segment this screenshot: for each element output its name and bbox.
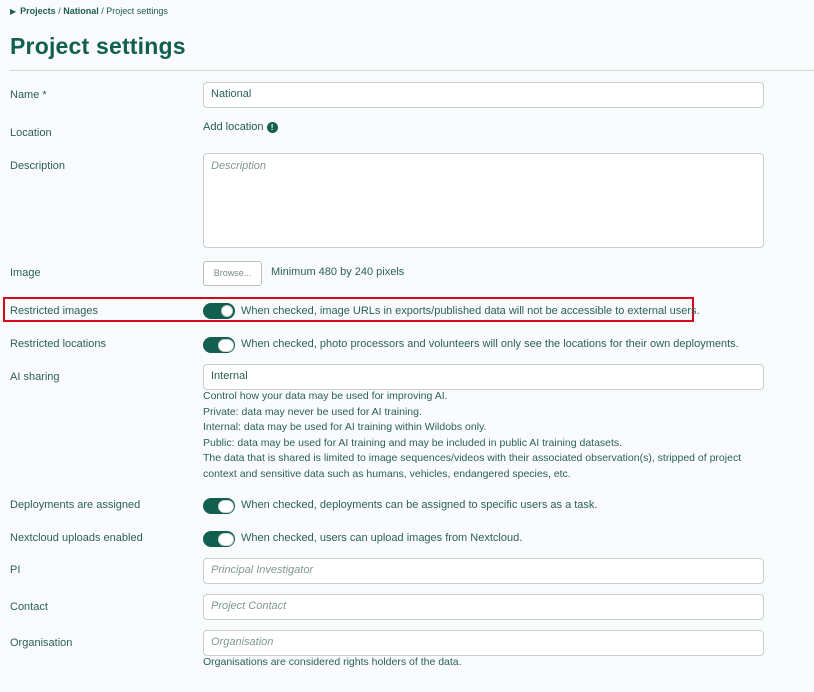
pi-input[interactable]: Principal Investigator (203, 558, 764, 584)
breadcrumb: ▶ Projects / National / Project settings (10, 6, 168, 16)
help-line: The data that is shared is limited to im… (203, 452, 742, 464)
contact-input[interactable]: Project Contact (203, 594, 764, 620)
deployments-assigned-label: Deployments are assigned (10, 499, 141, 511)
pi-placeholder: Principal Investigator (211, 564, 314, 576)
help-line: Control how your data may be used for im… (203, 390, 448, 402)
image-size-hint: Minimum 480 by 240 pixels (271, 266, 405, 278)
organisation-placeholder: Organisation (211, 636, 274, 648)
toggle-knob (218, 339, 234, 352)
breadcrumb-projects[interactable]: Projects (20, 6, 56, 16)
contact-placeholder: Project Contact (211, 600, 287, 612)
ai-sharing-label: AI sharing (10, 371, 60, 383)
description-label: Description (10, 160, 66, 172)
toggle-knob (221, 305, 233, 317)
nextcloud-label: Nextcloud uploads enabled (10, 532, 143, 544)
info-icon[interactable]: ! (266, 122, 278, 133)
organisation-label: Organisation (10, 637, 73, 649)
page-title: Project settings (10, 33, 186, 59)
add-location-text: Add location (203, 121, 264, 133)
restricted-images-toggle[interactable] (203, 303, 235, 319)
toggle-knob (218, 500, 234, 513)
restricted-images-label: Restricted images (10, 305, 99, 317)
divider (10, 70, 814, 71)
name-input[interactable]: National (203, 82, 764, 108)
breadcrumb-separator: / (58, 6, 61, 16)
breadcrumb-national[interactable]: National (63, 6, 99, 16)
nextcloud-toggle[interactable] (203, 531, 235, 547)
contact-label: Contact (10, 601, 48, 613)
deployments-assigned-description: When checked, deployments can be assigne… (241, 499, 598, 511)
nextcloud-description: When checked, users can upload images fr… (241, 532, 523, 544)
organisation-input[interactable]: Organisation (203, 630, 764, 656)
add-location-link[interactable]: Add location! (203, 121, 278, 133)
image-label: Image (10, 267, 41, 279)
organisation-help: Organisations are considered rights hold… (203, 656, 462, 668)
caret-right-icon: ▶ (10, 7, 17, 16)
help-line: Public: data may be used for AI training… (203, 436, 623, 449)
ai-sharing-help: Control how your data may be used for im… (203, 389, 773, 482)
restricted-locations-label: Restricted locations (10, 338, 106, 350)
help-line: context and sensitive data such as human… (203, 467, 571, 480)
name-label: Name * (10, 89, 47, 101)
help-line: Internal: data may be used for AI traini… (203, 421, 487, 433)
restricted-locations-toggle[interactable] (203, 337, 235, 353)
restricted-images-description: When checked, image URLs in exports/publ… (241, 305, 700, 317)
pi-label: PI (10, 564, 21, 576)
browse-button[interactable]: Browse... (203, 261, 262, 286)
help-line: Private: data may never be used for AI t… (203, 405, 422, 418)
location-label: Location (10, 127, 52, 139)
description-textarea[interactable]: Description (203, 153, 764, 248)
toggle-knob (218, 533, 234, 546)
breadcrumb-separator: / (101, 6, 104, 16)
breadcrumb-current: Project settings (106, 6, 168, 16)
description-placeholder: Description (211, 160, 267, 172)
ai-sharing-select[interactable]: Internal (203, 364, 764, 390)
restricted-locations-description: When checked, photo processors and volun… (241, 338, 739, 350)
deployments-assigned-toggle[interactable] (203, 498, 235, 514)
